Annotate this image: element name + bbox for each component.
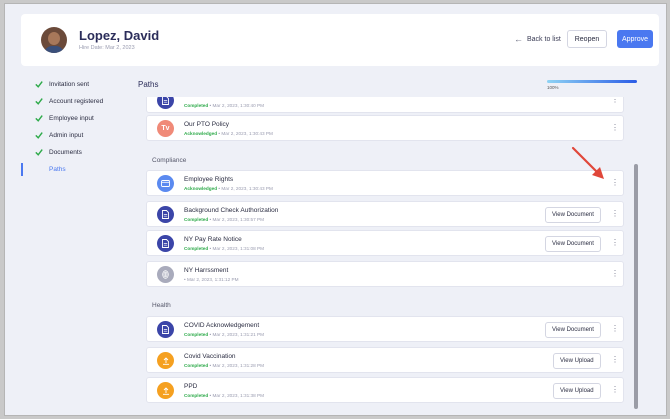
more-options-icon[interactable]: ⋮ <box>611 269 619 279</box>
more-options-icon[interactable]: ⋮ <box>611 178 619 188</box>
document-icon <box>157 206 174 223</box>
more-options-icon[interactable]: ⋮ <box>611 97 619 105</box>
sidebar-item-label: Documents <box>49 149 82 156</box>
path-card-ny-harrssment: NY Harrssment • Mar 2, 2023, 1:31:12 PM … <box>146 261 624 287</box>
sidebar-item-employee-input[interactable]: Employee input <box>21 110 131 127</box>
path-card-status: Acknowledged • Mar 2, 2023, 1:30:43 PM <box>184 131 273 136</box>
back-to-list-link[interactable]: ← Back to list <box>514 34 561 44</box>
sidebar-item-account-registered[interactable]: Account registered <box>21 93 131 110</box>
more-options-icon[interactable]: ⋮ <box>611 209 619 219</box>
document-icon <box>157 321 174 338</box>
path-card-status: Completed • Mar 2, 2023, 1:31:28 PM <box>184 363 265 368</box>
sidebar-item-label: Account registered <box>49 98 104 105</box>
path-card-status: Completed • Mar 2, 2023, 1:31:21 PM <box>184 332 265 337</box>
upload-icon <box>157 382 174 399</box>
annotation-arrow-icon <box>571 146 604 179</box>
view-document-button[interactable]: View Document <box>545 236 601 252</box>
path-card-employee-rights: Employee Rights Acknowledged • Mar 2, 20… <box>146 170 624 196</box>
sidebar-item-admin-input[interactable]: Admin input <box>21 127 131 144</box>
hire-date: Hire Date: Mar 2, 2023 <box>79 45 135 51</box>
completion-progress: 100% <box>547 80 637 90</box>
page-title: Paths <box>138 80 159 89</box>
path-card-status: Completed • Mar 2, 2023, 1:31:38 PM <box>184 393 265 398</box>
path-card-ppd: PPD Completed • Mar 2, 2023, 1:31:38 PM … <box>146 377 624 403</box>
sidebar-item-label: Invitation sent <box>49 81 90 88</box>
more-options-icon[interactable]: ⋮ <box>611 123 619 133</box>
sidebar-item-documents[interactable]: Documents <box>21 144 131 161</box>
path-card-title: PPD <box>184 383 198 390</box>
progress-percent: 100% <box>547 85 559 90</box>
view-document-button[interactable]: View Document <box>545 322 601 338</box>
more-options-icon[interactable]: ⋮ <box>611 238 619 248</box>
path-card-covid-acknowledgement: COVID Acknowledgement Completed • Mar 2,… <box>146 316 624 342</box>
section-heading-health: Health <box>152 302 171 309</box>
path-card-pto-policy: Tv Our PTO Policy Acknowledged • Mar 2, … <box>146 115 624 141</box>
sidebar-item-label: Paths <box>49 166 66 173</box>
path-card-covid-vaccination: Covid Vaccination Completed • Mar 2, 202… <box>146 347 624 373</box>
path-card-status: • Mar 2, 2023, 1:31:12 PM <box>184 277 239 282</box>
path-card-title: NY Pay Rate Notice <box>184 236 242 243</box>
employee-header: Lopez, David Hire Date: Mar 2, 2023 ← Ba… <box>21 14 659 66</box>
view-document-button[interactable]: View Document <box>545 207 601 223</box>
upload-icon <box>157 352 174 369</box>
view-upload-button[interactable]: View Upload <box>553 353 601 369</box>
path-card-title: COVID Acknowledgement <box>184 322 260 329</box>
path-card-status: Completed • Mar 2, 2023, 1:30:57 PM <box>184 217 265 222</box>
more-options-icon[interactable]: ⋮ <box>611 385 619 395</box>
document-icon <box>157 235 174 252</box>
path-card-title: NY Harrssment <box>184 267 229 274</box>
path-card-title: Employee Rights <box>184 176 234 183</box>
avatar <box>41 27 67 53</box>
path-card-status: Completed • Mar 2, 2023, 1:30:40 PM <box>184 103 265 108</box>
sidebar-item-label: Employee input <box>49 115 94 122</box>
paths-list[interactable]: Completed • Mar 2, 2023, 1:30:40 PM ⋮ Tv… <box>138 97 638 415</box>
browser-icon <box>157 175 174 192</box>
check-icon <box>35 115 43 122</box>
sidebar-item-invitation-sent[interactable]: Invitation sent <box>21 76 131 93</box>
check-icon <box>35 98 43 105</box>
tv-icon: Tv <box>157 120 174 137</box>
sidebar-item-paths[interactable]: Paths <box>21 161 131 178</box>
document-icon <box>157 97 174 109</box>
sidebar-item-label: Admin input <box>49 132 84 139</box>
check-icon <box>35 149 43 156</box>
check-icon <box>35 81 43 88</box>
progress-bar <box>547 80 637 83</box>
employee-name: Lopez, David <box>79 28 160 43</box>
more-options-icon[interactable]: ⋮ <box>611 324 619 334</box>
path-card-ny-pay-rate: NY Pay Rate Notice Completed • Mar 2, 20… <box>146 230 624 256</box>
path-card-background-check: Background Check Authorization Completed… <box>146 201 624 227</box>
more-options-icon[interactable]: ⋮ <box>611 355 619 365</box>
path-card: Completed • Mar 2, 2023, 1:30:40 PM ⋮ <box>146 97 624 113</box>
path-card-status: Completed • Mar 2, 2023, 1:31:08 PM <box>184 246 265 251</box>
back-to-list-label: Back to list <box>527 35 561 43</box>
scrollbar[interactable] <box>634 164 638 409</box>
view-upload-button[interactable]: View Upload <box>553 383 601 399</box>
fingerprint-icon <box>157 266 174 283</box>
reopen-button[interactable]: Reopen <box>567 30 607 48</box>
check-icon <box>35 132 43 139</box>
section-heading-compliance: Compliance <box>152 157 187 164</box>
path-card-status: Acknowledged • Mar 2, 2023, 1:30:43 PM <box>184 186 273 191</box>
app-window: Lopez, David Hire Date: Mar 2, 2023 ← Ba… <box>4 3 667 416</box>
approve-button[interactable]: Approve <box>617 30 653 48</box>
back-arrow-icon: ← <box>514 34 523 44</box>
path-card-title: Our PTO Policy <box>184 121 230 128</box>
path-card-title: Covid Vaccination <box>184 353 236 360</box>
path-card-title: Background Check Authorization <box>184 207 279 214</box>
progress-sidebar: Invitation sent Account registered Emplo… <box>21 76 131 178</box>
